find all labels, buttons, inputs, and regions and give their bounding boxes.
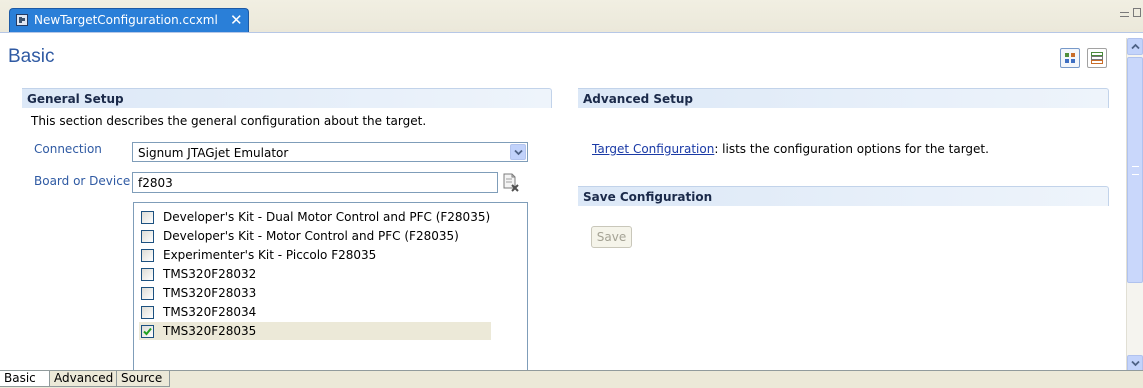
tab-advanced[interactable]: Advanced (50, 371, 117, 387)
link-suffix: : lists the configuration options for th… (714, 142, 989, 156)
device-label: TMS320F28035 (163, 324, 257, 338)
close-icon[interactable]: ✕ (230, 11, 243, 29)
single-column-layout-icon (1091, 52, 1103, 64)
editor-tab-title: NewTargetConfiguration.ccxml (34, 13, 218, 27)
list-item[interactable]: TMS320F28034 (139, 303, 491, 321)
checkmark-icon (143, 327, 152, 336)
two-column-layout-button[interactable] (1060, 48, 1080, 68)
device-label: Developer's Kit - Dual Motor Control and… (163, 210, 491, 224)
chevron-down-icon (514, 149, 523, 156)
vertical-scrollbar[interactable] (1126, 38, 1143, 372)
device-list[interactable]: Developer's Kit - Dual Motor Control and… (133, 202, 528, 377)
board-filter-input[interactable]: f2803 (132, 172, 498, 193)
editor-page-tabs: Basic Advanced Source (0, 370, 1143, 388)
list-item[interactable]: TMS320F28032 (139, 265, 491, 283)
target-configuration-link[interactable]: Target Configuration (592, 142, 714, 156)
device-checkbox[interactable] (141, 249, 154, 262)
device-label: Developer's Kit - Motor Control and PFC … (163, 229, 459, 243)
connection-select[interactable]: Signum JTAGjet Emulator (132, 142, 528, 162)
minimize-icon[interactable] (1120, 12, 1129, 17)
list-item[interactable]: Developer's Kit - Motor Control and PFC … (139, 227, 491, 245)
device-label: TMS320F28032 (163, 267, 257, 281)
two-column-layout-icon (1065, 53, 1075, 63)
list-item[interactable]: TMS320F28035 (139, 322, 491, 340)
general-setup-header[interactable]: General Setup (22, 88, 552, 108)
tab-source[interactable]: Source (117, 371, 170, 387)
list-item[interactable]: TMS320F28033 (139, 284, 491, 302)
scroll-grip-icon (1132, 166, 1139, 175)
target-config-file-icon (16, 14, 28, 26)
list-item[interactable]: Developer's Kit - Dual Motor Control and… (139, 208, 491, 226)
scroll-up-button[interactable] (1127, 38, 1143, 55)
device-checkbox[interactable] (141, 325, 154, 338)
save-configuration-header[interactable]: Save Configuration (578, 186, 1109, 206)
chevron-down-icon (1131, 360, 1140, 367)
page-title: Basic (8, 46, 55, 67)
device-checkbox[interactable] (141, 268, 154, 281)
single-column-layout-button[interactable] (1087, 48, 1107, 68)
editor-tab-bar: NewTargetConfiguration.ccxml ✕ (0, 0, 1143, 33)
dropdown-button[interactable] (510, 144, 526, 160)
device-checkbox[interactable] (141, 306, 154, 319)
board-or-device-label: Board or Device (34, 174, 131, 188)
device-checkbox[interactable] (141, 287, 154, 300)
scrollbar-thumb[interactable] (1127, 57, 1143, 283)
advanced-setup-description: Target Configuration: lists the configur… (592, 142, 989, 156)
connection-label: Connection (34, 142, 102, 156)
clear-filter-icon[interactable] (502, 173, 520, 193)
device-checkbox[interactable] (141, 211, 154, 224)
save-button[interactable]: Save (591, 226, 632, 248)
window-controls (1117, 5, 1143, 21)
editor-tab[interactable]: NewTargetConfiguration.ccxml ✕ (9, 8, 249, 32)
device-label: TMS320F28034 (163, 305, 257, 319)
chevron-up-icon (1131, 43, 1140, 50)
tab-basic[interactable]: Basic (0, 371, 50, 387)
general-setup-description: This section describes the general confi… (31, 114, 427, 128)
list-item[interactable]: Experimenter's Kit - Piccolo F28035 (139, 246, 491, 264)
device-label: TMS320F28033 (163, 286, 257, 300)
maximize-icon[interactable] (1133, 8, 1141, 17)
advanced-setup-header[interactable]: Advanced Setup (578, 88, 1109, 108)
device-checkbox[interactable] (141, 230, 154, 243)
device-label: Experimenter's Kit - Piccolo F28035 (163, 248, 377, 262)
connection-value: Signum JTAGjet Emulator (138, 146, 289, 160)
